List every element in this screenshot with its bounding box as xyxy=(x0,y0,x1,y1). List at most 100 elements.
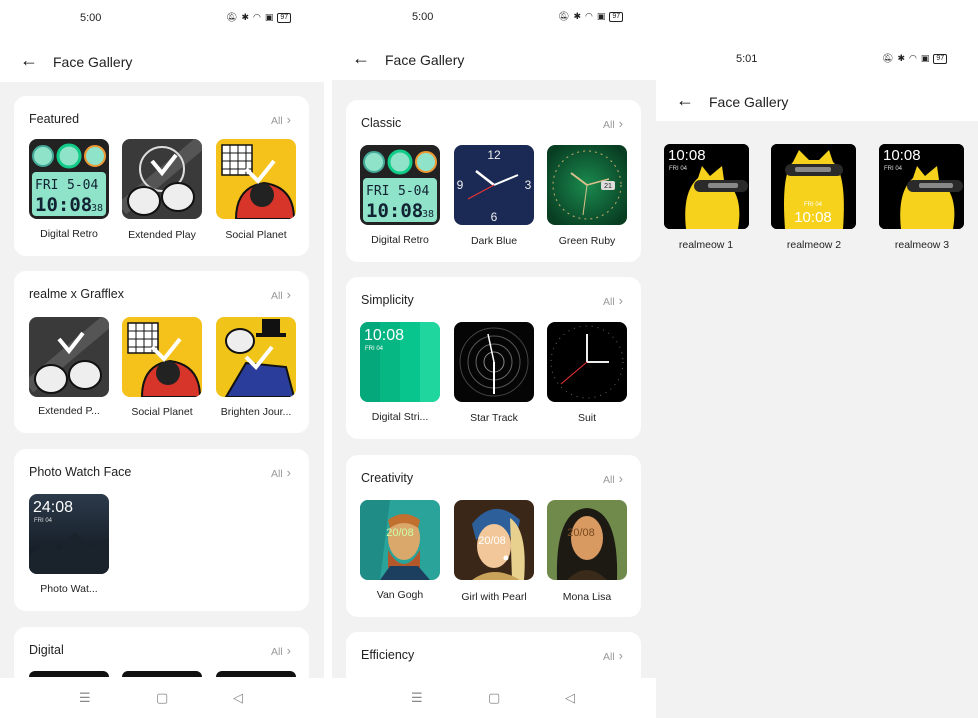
face-label: Van Gogh xyxy=(376,589,424,601)
chevron-right-icon: › xyxy=(286,287,291,302)
all-link[interactable]: All › xyxy=(271,643,291,658)
face-label: Extended P... xyxy=(38,405,100,417)
watch-face-digital-retro[interactable]: FRI 5-04 10:08 38 xyxy=(29,139,109,219)
back-triangle-icon[interactable]: ◁ xyxy=(233,690,243,706)
silent-icon: 🔕︎ xyxy=(558,11,570,21)
svg-text:9: 9 xyxy=(457,178,464,192)
watch-face-partial[interactable] xyxy=(216,671,296,677)
face-label: Social Planet xyxy=(225,229,287,241)
svg-text:20/08: 20/08 xyxy=(478,535,506,547)
all-link[interactable]: All › xyxy=(603,648,623,663)
section-simplicity: Simplicity All › 10:08 FRI 04 Digital Str… xyxy=(346,277,641,439)
chevron-right-icon: › xyxy=(618,471,623,486)
status-time: 5:01 xyxy=(736,53,758,65)
back-arrow-icon[interactable]: ← xyxy=(352,48,370,69)
watch-face-mona-lisa[interactable]: 20/08 xyxy=(547,500,627,580)
back-arrow-icon[interactable]: ← xyxy=(20,50,38,71)
section-photo-watch-face: Photo Watch Face All › 24:08 FRI 04 Photo… xyxy=(14,449,309,611)
section-featured: Featured All › FRI 5-04 10:08 38 Digital … xyxy=(14,96,309,256)
battery-icon: 97 xyxy=(609,11,624,22)
all-link[interactable]: All › xyxy=(271,287,291,302)
watch-face-realmeow-2[interactable]: 10:08 FRI 04 xyxy=(771,144,856,229)
watch-face-extended-play[interactable] xyxy=(122,139,202,219)
svg-text:38: 38 xyxy=(91,203,103,214)
screen-1-face-gallery: 5:00 🔕︎ ✱ ◠ ▣ 97 ← Face Gallery Featured… xyxy=(0,0,324,718)
back-arrow-icon[interactable]: ← xyxy=(676,90,694,111)
svg-text:20/08: 20/08 xyxy=(567,527,595,539)
section-title: Efficiency xyxy=(361,648,415,662)
svg-text:12: 12 xyxy=(487,148,501,162)
svg-text:10:08: 10:08 xyxy=(366,200,423,222)
all-link[interactable]: All › xyxy=(271,465,291,480)
back-triangle-icon[interactable]: ◁ xyxy=(565,690,575,706)
all-link[interactable]: All › xyxy=(603,116,623,131)
page-title: Face Gallery xyxy=(385,52,465,68)
face-label: Green Ruby xyxy=(558,235,616,247)
section-title: Classic xyxy=(361,116,402,130)
silent-icon: 🔕︎ xyxy=(882,53,894,63)
top-bar: 5:01 🔕︎ ✱ ◠ ▣ 97 ← Face Gallery xyxy=(656,0,978,121)
face-label: Suit xyxy=(577,412,597,424)
watch-face-green-ruby[interactable]: 21 xyxy=(547,145,627,225)
section-title: Photo Watch Face xyxy=(29,465,132,479)
bluetooth-icon: ✱ xyxy=(573,11,581,21)
watch-face-star-track[interactable] xyxy=(454,322,534,402)
face-label: Dark Blue xyxy=(470,235,518,247)
watch-face-realmeow-3[interactable]: 10:08 FRI 04 xyxy=(879,144,964,229)
top-bar: 5:00 🔕︎ ✱ ◠ ▣ 97 ← Face Gallery xyxy=(332,0,656,80)
watch-face-dark-blue[interactable]: 12 3 6 9 xyxy=(454,145,534,225)
chevron-right-icon: › xyxy=(286,465,291,480)
watch-face-girl-with-pearl[interactable]: 20/08 xyxy=(454,500,534,580)
watch-face-partial[interactable] xyxy=(122,671,202,677)
chevron-right-icon: › xyxy=(618,116,623,131)
face-label: Extended Play xyxy=(128,229,196,241)
chevron-right-icon: › xyxy=(286,643,291,658)
watch-face-partial[interactable] xyxy=(29,671,109,677)
watch-face-van-gogh[interactable]: 20/08 xyxy=(360,500,440,580)
watch-face-social-planet[interactable] xyxy=(216,139,296,219)
home-icon[interactable]: ▢ xyxy=(156,690,168,706)
watch-face-brighten-journey[interactable] xyxy=(216,317,296,397)
svg-text:FRI 04: FRI 04 xyxy=(804,202,823,208)
screen-3-face-gallery: 5:01 🔕︎ ✱ ◠ ▣ 97 ← Face Gallery 10:08 FR… xyxy=(656,0,978,718)
wifi-icon: ◠ xyxy=(584,11,593,21)
svg-text:38: 38 xyxy=(422,209,434,220)
home-icon[interactable]: ▢ xyxy=(488,690,500,706)
face-label: Digital Stri... xyxy=(371,411,429,423)
menu-icon[interactable]: ☰ xyxy=(411,690,423,706)
svg-text:FRI 04: FRI 04 xyxy=(34,518,53,524)
battery-icon: 97 xyxy=(277,12,292,23)
section-title: realme x Grafflex xyxy=(29,287,124,301)
watch-face-digital-retro[interactable]: FRI 5-04 10:08 38 xyxy=(360,145,440,225)
all-link[interactable]: All › xyxy=(603,293,623,308)
svg-text:10:08: 10:08 xyxy=(883,147,921,164)
nfc-icon: ▣ xyxy=(920,53,930,63)
face-label: Digital Retro xyxy=(40,228,98,240)
chevron-right-icon: › xyxy=(618,293,623,308)
watch-face-social-planet[interactable] xyxy=(122,317,202,397)
svg-text:10:08: 10:08 xyxy=(364,327,404,344)
status-time: 5:00 xyxy=(80,12,102,24)
chevron-right-icon: › xyxy=(286,112,291,127)
screen-2-face-gallery: 5:00 🔕︎ ✱ ◠ ▣ 97 ← Face Gallery Classic … xyxy=(332,0,656,718)
face-label: Social Planet xyxy=(131,406,193,418)
watch-face-photo[interactable]: 24:08 FRI 04 xyxy=(29,494,109,574)
watch-face-digital-stripe[interactable]: 10:08 FRI 04 xyxy=(360,322,440,402)
face-label: Mona Lisa xyxy=(562,591,612,603)
section-title: Digital xyxy=(29,643,64,657)
section-title: Simplicity xyxy=(361,293,414,307)
top-bar: 5:00 🔕︎ ✱ ◠ ▣ 97 ← Face Gallery xyxy=(0,0,324,82)
nfc-icon: ▣ xyxy=(264,12,274,22)
page-title: Face Gallery xyxy=(53,54,133,70)
watch-face-extended-play[interactable] xyxy=(29,317,109,397)
all-link[interactable]: All › xyxy=(271,112,291,127)
wifi-icon: ◠ xyxy=(908,53,917,63)
all-link[interactable]: All › xyxy=(603,471,623,486)
menu-icon[interactable]: ☰ xyxy=(79,690,91,706)
watch-face-suit[interactable] xyxy=(547,322,627,402)
svg-text:FRI 04: FRI 04 xyxy=(365,346,384,352)
watch-face-realmeow-1[interactable]: 10:08 FRI 04 xyxy=(664,144,749,229)
face-label: Brighten Jour... xyxy=(220,406,292,418)
svg-text:10:08: 10:08 xyxy=(35,194,92,216)
status-time: 5:00 xyxy=(412,11,434,23)
